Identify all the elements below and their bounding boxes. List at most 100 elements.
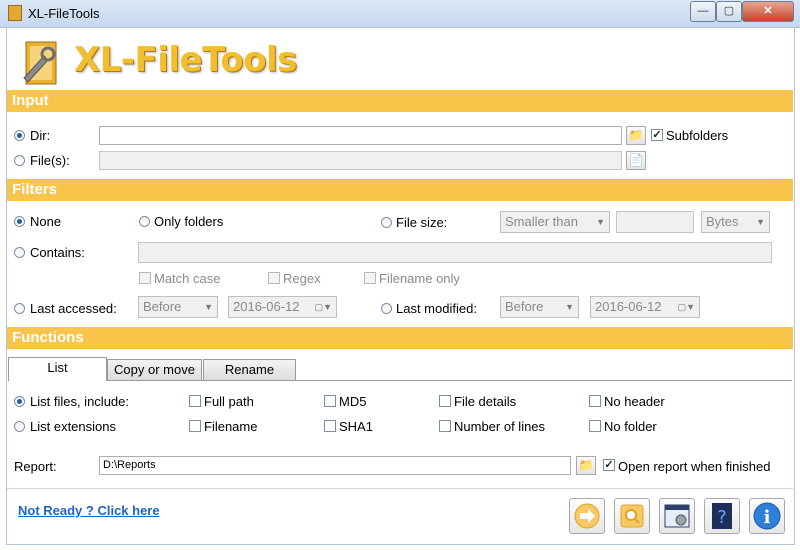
file-details-checkbox[interactable] <box>439 395 451 407</box>
accessed-date-value: 2016-06-12 <box>233 299 300 314</box>
filename-only-label: Filename only <box>379 271 460 286</box>
match-case-checkbox[interactable] <box>139 272 151 284</box>
list-extensions-radio[interactable] <box>14 421 25 432</box>
modified-mode-select[interactable]: Before ▼ <box>500 296 579 318</box>
last-modified-label: Last modified: <box>396 301 477 316</box>
match-case-label: Match case <box>154 271 221 286</box>
last-modified-radio[interactable] <box>381 303 392 314</box>
svg-text:i: i <box>764 507 771 528</box>
sha1-checkbox[interactable] <box>324 420 336 432</box>
files-label: File(s): <box>30 153 70 168</box>
filename-checkbox[interactable] <box>189 420 201 432</box>
list-extensions-label: List extensions <box>30 419 116 434</box>
report-label: Report: <box>14 459 57 474</box>
dir-label: Dir: <box>30 128 51 143</box>
browse-report-folder-icon[interactable]: 📁 <box>576 456 596 475</box>
filename-label: Filename <box>204 419 258 434</box>
window-settings-icon <box>664 504 690 528</box>
chevron-down-icon: ▼ <box>204 302 213 312</box>
regex-label: Regex <box>283 271 321 286</box>
contains-label: Contains: <box>30 245 85 260</box>
contains-radio[interactable] <box>14 247 25 258</box>
files-input[interactable] <box>99 151 622 170</box>
no-folder-label: No folder <box>604 419 657 434</box>
logo-icon <box>18 38 64 88</box>
browse-files-icon[interactable]: 📄 <box>626 151 646 170</box>
file-size-radio[interactable] <box>381 217 392 228</box>
file-details-label: File details <box>454 394 517 409</box>
size-unit-value: Bytes <box>706 214 739 229</box>
modified-date-picker[interactable]: 2016-06-12 ▢▼ <box>590 296 700 318</box>
regex-checkbox[interactable] <box>268 272 280 284</box>
search-icon <box>620 504 644 528</box>
help-icon: ? <box>712 503 732 529</box>
help-button[interactable]: ? <box>704 498 740 534</box>
window-title: XL-FileTools <box>28 6 100 21</box>
app-icon <box>8 5 22 21</box>
dir-input[interactable] <box>99 126 622 145</box>
only-folders-radio[interactable] <box>139 216 150 227</box>
size-value-input[interactable] <box>616 211 694 233</box>
run-button[interactable] <box>569 498 605 534</box>
sha1-label: SHA1 <box>339 419 373 434</box>
svg-text:?: ? <box>717 507 727 528</box>
maximize-button[interactable]: ▢ <box>716 1 742 22</box>
size-compare-select[interactable]: Smaller than ▼ <box>500 211 610 233</box>
footer-divider <box>7 488 793 489</box>
subfolders-checkbox[interactable]: ✓ <box>651 129 663 141</box>
section-functions: Functions <box>7 327 793 349</box>
section-input: Input <box>7 90 793 112</box>
search-button[interactable] <box>614 498 650 534</box>
filename-only-checkbox[interactable] <box>364 272 376 284</box>
accessed-date-picker[interactable]: 2016-06-12 ▢▼ <box>228 296 337 318</box>
minimize-button[interactable]: — <box>690 1 716 22</box>
not-ready-link[interactable]: Not Ready ? Click here <box>18 503 160 518</box>
filter-none-label: None <box>30 214 62 229</box>
no-folder-checkbox[interactable] <box>589 420 601 432</box>
size-unit-select[interactable]: Bytes ▼ <box>701 211 770 233</box>
file-size-label: File size: <box>396 215 448 230</box>
info-button[interactable]: i <box>749 498 785 534</box>
only-folders-label: Only folders <box>154 214 224 229</box>
filter-none-radio[interactable] <box>14 216 25 227</box>
chevron-down-icon: ▼ <box>596 217 605 227</box>
tab-copy-or-move[interactable]: Copy or move <box>107 359 202 381</box>
arrow-right-icon <box>574 503 600 529</box>
files-radio[interactable] <box>14 155 25 166</box>
accessed-mode-value: Before <box>143 299 182 314</box>
contains-input[interactable] <box>138 242 772 263</box>
md5-label: MD5 <box>339 394 367 409</box>
open-report-checkbox[interactable]: ✓ <box>603 459 615 471</box>
browse-folder-icon[interactable]: 📁 <box>626 126 646 145</box>
no-header-checkbox[interactable] <box>589 395 601 407</box>
logo-text: XL-FileTools <box>74 40 297 80</box>
calendar-icon: ▢▼ <box>314 302 332 312</box>
calendar-icon: ▢▼ <box>677 302 695 312</box>
info-icon: i <box>753 502 781 530</box>
list-files-label: List files, include: <box>30 394 129 409</box>
list-files-radio[interactable] <box>14 396 25 407</box>
full-path-checkbox[interactable] <box>189 395 201 407</box>
md5-checkbox[interactable] <box>324 395 336 407</box>
last-accessed-label: Last accessed: <box>30 301 117 316</box>
chevron-down-icon: ▼ <box>756 217 765 227</box>
no-header-label: No header <box>604 394 665 409</box>
settings-button[interactable] <box>659 498 695 534</box>
close-button[interactable]: ✕ <box>742 1 794 22</box>
full-path-label: Full path <box>204 394 254 409</box>
modified-date-value: 2016-06-12 <box>595 299 662 314</box>
open-report-label: Open report when finished <box>618 459 771 474</box>
modified-mode-value: Before <box>505 299 544 314</box>
last-accessed-radio[interactable] <box>14 303 25 314</box>
chevron-down-icon: ▼ <box>565 302 574 312</box>
title-bar <box>0 0 800 28</box>
accessed-mode-select[interactable]: Before ▼ <box>138 296 218 318</box>
dir-radio[interactable] <box>14 130 25 141</box>
subfolders-label: Subfolders <box>666 128 729 143</box>
number-of-lines-checkbox[interactable] <box>439 420 451 432</box>
tab-rename[interactable]: Rename <box>203 359 296 381</box>
report-path-input[interactable]: D:\Reports <box>99 456 571 475</box>
tab-list[interactable]: List <box>8 357 107 381</box>
number-of-lines-label: Number of lines <box>454 419 546 434</box>
section-filters: Filters <box>7 179 793 201</box>
